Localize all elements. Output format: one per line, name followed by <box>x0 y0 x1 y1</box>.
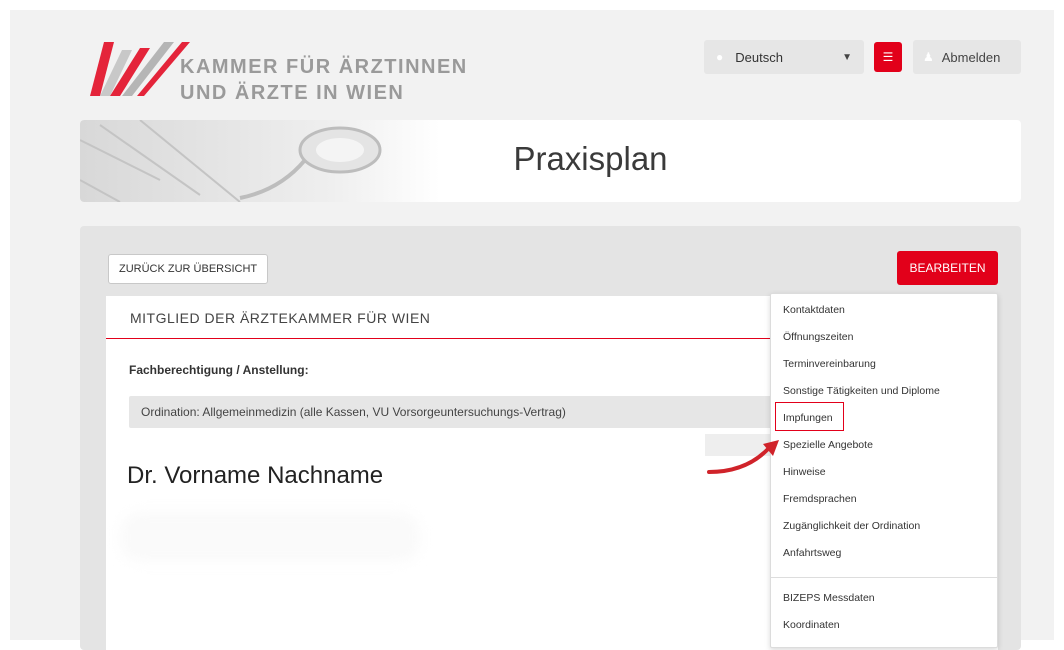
specialty-value: Ordination: Allgemeinmedizin (alle Kasse… <box>141 405 566 419</box>
specialty-field: Ordination: Allgemeinmedizin (alle Kasse… <box>129 396 779 428</box>
language-label: Deutsch <box>735 49 783 65</box>
menu-button[interactable]: ☰ <box>874 42 902 72</box>
doctor-name: Dr. Vorname Nachname <box>127 462 384 489</box>
chevron-down-icon: ▼ <box>842 51 852 63</box>
specialty-label: Fachberechtigung / Anstellung: <box>129 363 309 377</box>
curved-arrow-icon <box>707 440 779 474</box>
edit-dropdown-menu: Kontaktdaten Öffnungszeiten Terminverein… <box>770 293 998 648</box>
dropdown-item-bizeps-messdaten[interactable]: BIZEPS Messdaten <box>783 592 875 604</box>
org-name-line2: UND ÄRZTE IN WIEN <box>180 82 405 104</box>
page-banner: Praxisplan <box>80 120 1021 202</box>
org-name-line1: KAMMER FÜR ÄRZTINNEN <box>180 56 468 78</box>
dropdown-item-koordinaten[interactable]: Koordinaten <box>783 619 840 631</box>
org-name: KAMMER FÜR ÄRZTINNEN UND ÄRZTE IN WIEN <box>180 54 468 106</box>
dropdown-item-zugaenglichkeit[interactable]: Zugänglichkeit der Ordination <box>783 520 920 532</box>
dropdown-item-oeffnungszeiten[interactable]: Öffnungszeiten <box>783 331 853 343</box>
dropdown-item-terminvereinbarung[interactable]: Terminvereinbarung <box>783 358 876 370</box>
dropdown-divider <box>771 577 997 578</box>
back-to-overview-button[interactable]: ZURÜCK ZUR ÜBERSICHT <box>108 254 269 284</box>
logout-button[interactable]: ♟ Abmelden <box>913 40 1021 74</box>
edit-button[interactable]: BEARBEITEN <box>897 251 998 285</box>
blurred-content <box>120 512 420 562</box>
dropdown-item-kontaktdaten[interactable]: Kontaktdaten <box>783 304 845 316</box>
language-select[interactable]: ● Deutsch ▼ <box>704 40 864 74</box>
card-header-title: MITGLIED DER ÄRZTEKAMMER FÜR WIEN <box>130 310 431 326</box>
hamburger-icon: ☰ <box>882 50 894 64</box>
dropdown-item-fremdsprachen[interactable]: Fremdsprachen <box>783 493 857 505</box>
globe-icon: ● <box>716 50 724 64</box>
page-title: Praxisplan <box>513 140 668 177</box>
dropdown-item-sonstige-taetigkeiten[interactable]: Sonstige Tätigkeiten und Diplome <box>783 385 940 397</box>
user-icon: ♟ <box>923 50 934 64</box>
dropdown-item-spezielle-angebote[interactable]: Spezielle Angebote <box>783 439 873 451</box>
dropdown-item-anfahrtsweg[interactable]: Anfahrtsweg <box>783 547 841 559</box>
logout-label: Abmelden <box>941 49 1001 65</box>
impfungen-highlight-box <box>775 402 844 431</box>
dropdown-item-hinweise[interactable]: Hinweise <box>783 466 826 478</box>
